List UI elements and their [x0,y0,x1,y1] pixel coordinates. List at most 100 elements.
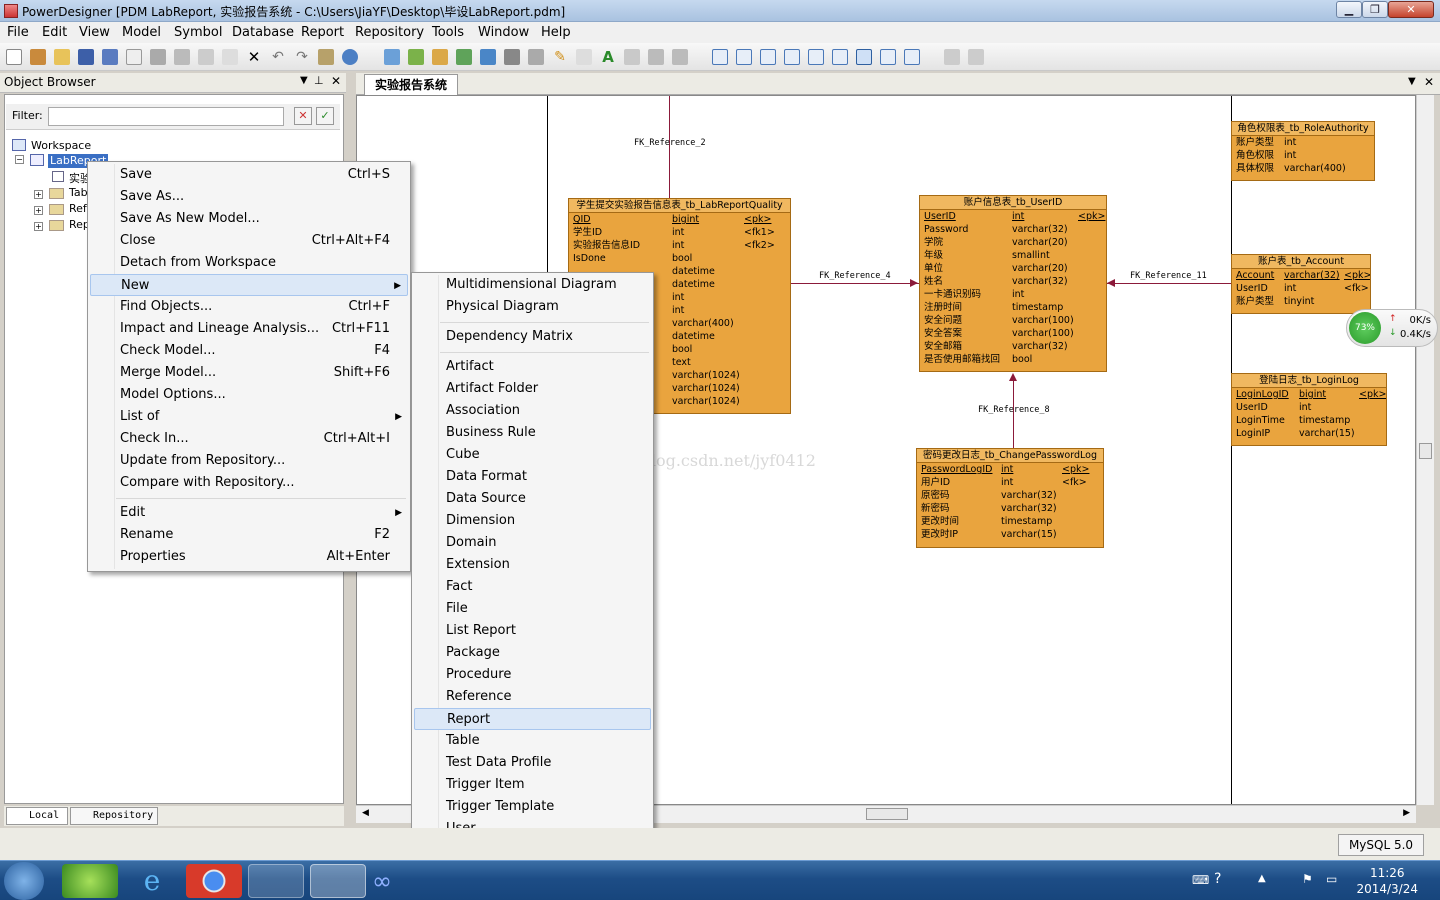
menu-report[interactable]: Report [301,25,344,40]
menu-model[interactable]: Model [122,25,161,40]
entity-column-row[interactable]: 安全答案 varchar(100) [920,327,1106,340]
submenu-item-procedure[interactable]: Procedure [414,664,651,686]
new-icon[interactable] [6,49,22,65]
menu-repository[interactable]: Repository [355,25,424,40]
redo-icon[interactable]: ↷ [294,49,310,65]
submenu-item-file[interactable]: File [414,598,651,620]
ie-icon[interactable]: e [124,864,180,898]
menu-edit[interactable]: Edit [42,25,67,40]
submenu-item-trigger-item[interactable]: Trigger Item [414,774,651,796]
submenu-item-artifact-folder[interactable]: Artifact Folder [414,378,651,400]
entity-column-row[interactable]: LoginTime timestamp [1232,414,1386,427]
entity-column-row[interactable]: UserID int <pk> [920,210,1106,223]
submenu-item-fact[interactable]: Fact [414,576,651,598]
text-tool-icon[interactable]: A [600,49,616,65]
note-tool-icon[interactable] [880,49,896,65]
procedure-tool-icon[interactable] [760,49,776,65]
show-hidden-icons-icon[interactable]: ▲ [1258,873,1266,884]
restore-button[interactable]: ❐ [1362,1,1388,18]
vertical-scrollbar[interactable] [1416,95,1434,805]
entity-column-row[interactable]: LoginLogID bigint <pk> [1232,388,1386,401]
entity-account[interactable]: 账户表_tb_Account Account varchar(32) <pk> Use… [1231,254,1371,314]
apply-filter-icon[interactable]: ✓ [316,107,334,125]
collapse-icon[interactable]: − [15,155,24,164]
delete-icon[interactable]: ✕ [246,49,262,65]
save-all-icon[interactable] [102,49,118,65]
menu-item-check-in[interactable]: Check In... Ctrl+Alt+I [90,428,408,450]
pin-icon[interactable]: ⊥ [314,74,324,87]
submenu-item-list-report[interactable]: List Report [414,620,651,642]
menu-item-rename[interactable]: Rename F2 [90,524,408,546]
scroll-left-icon[interactable]: ◀ [362,808,369,818]
view-tool-icon[interactable] [736,49,752,65]
submenu-item-data-format[interactable]: Data Format [414,466,651,488]
report-preview-icon[interactable] [944,49,960,65]
tree-folder-references[interactable]: Ref [69,202,87,215]
zoom-icon[interactable] [528,49,544,65]
entity-column-row[interactable]: 一卡通识别码 int [920,288,1106,301]
chrome-icon[interactable] [186,864,242,898]
paste-icon[interactable] [222,49,238,65]
scroll-thumb[interactable] [1419,443,1432,459]
entity-column-row[interactable]: QID bigint <pk> [569,213,790,226]
submenu-item-dependency-matrix[interactable]: Dependency Matrix [414,326,651,348]
menu-item-edit[interactable]: Edit ▶ [90,502,408,524]
entity-column-row[interactable]: 姓名 varchar(32) [920,275,1106,288]
submenu-item-extension[interactable]: Extension [414,554,651,576]
tab-diagram[interactable]: 实验报告系统 [364,74,459,95]
close-button[interactable]: ✕ [1388,1,1434,18]
menu-item-find-objects[interactable]: Find Objects... Ctrl+F [90,296,408,318]
reference-line[interactable] [1107,283,1231,284]
cut-icon[interactable] [174,49,190,65]
menu-item-save-as-new-model[interactable]: Save As New Model... [90,208,408,230]
network-icon[interactable]: ▭ [1326,872,1337,886]
copy-icon[interactable] [198,49,214,65]
minimize-button[interactable]: ▁ [1336,1,1362,18]
doc-close-icon[interactable]: ✕ [1424,75,1434,89]
submenu-item-report[interactable]: Report [414,708,651,730]
entity-column-row[interactable]: 用户ID int <fk> [917,476,1103,489]
pencil-icon[interactable]: ✎ [552,49,568,65]
menu-file[interactable]: File [7,25,29,40]
panel-close-icon[interactable]: ✕ [331,74,341,88]
menu-symbol[interactable]: Symbol [174,25,222,40]
keyboard-icon[interactable]: ⌨ [1192,873,1209,887]
entity-column-row[interactable]: 账户类型 tinyint [1232,295,1370,308]
select-icon[interactable] [480,49,496,65]
submenu-item-table[interactable]: Table [414,730,651,752]
entity-changepasswordlog[interactable]: 密码更改日志_tb_ChangePasswordLog PasswordLogI… [916,448,1104,548]
check-model-icon[interactable] [342,49,358,65]
lock-icon[interactable] [624,49,640,65]
result-list-icon[interactable] [432,49,448,65]
menu-window[interactable]: Window [478,25,529,40]
taskbar-app-icon[interactable] [62,864,118,898]
expand-icon[interactable]: + [34,190,43,199]
submenu-item-artifact[interactable]: Artifact [414,356,651,378]
output-icon[interactable] [408,49,424,65]
entity-column-row[interactable]: 注册时间 timestamp [920,301,1106,314]
browser-icon[interactable] [384,49,400,65]
entity-column-row[interactable]: Account varchar(32) <pk> [1232,269,1370,282]
menu-item-save-as[interactable]: Save As... [90,186,408,208]
clear-filter-icon[interactable]: ✕ [294,107,312,125]
reference-line[interactable] [791,283,919,284]
entity-column-row[interactable]: 原密码 varchar(32) [917,489,1103,502]
visual-studio-icon[interactable]: ∞ [372,864,412,898]
entity-column-row[interactable]: UserID int [1232,401,1386,414]
menu-item-update-from-repository[interactable]: Update from Repository... [90,450,408,472]
entity-column-row[interactable]: 安全问题 varchar(100) [920,314,1106,327]
tree-folder-tables[interactable]: Tab [69,186,88,199]
menu-item-check-model[interactable]: Check Model... F4 [90,340,408,362]
tab-repository[interactable]: Repository [70,807,158,825]
submenu-item-physical-diagram[interactable]: Physical Diagram [414,296,651,318]
help-icon[interactable]: ? [1214,871,1221,887]
entity-column-row[interactable]: 年级 smallint [920,249,1106,262]
menu-item-compare-with-repository[interactable]: Compare with Repository... [90,472,408,494]
package-tool-icon[interactable] [832,49,848,65]
entity-column-row[interactable]: 更改时IP varchar(15) [917,528,1103,541]
link-tool-icon[interactable] [904,49,920,65]
entity-column-row[interactable]: 单位 varchar(20) [920,262,1106,275]
submenu-item-cube[interactable]: Cube [414,444,651,466]
refresh-icon[interactable] [456,49,472,65]
expand-icon[interactable]: + [34,206,43,215]
